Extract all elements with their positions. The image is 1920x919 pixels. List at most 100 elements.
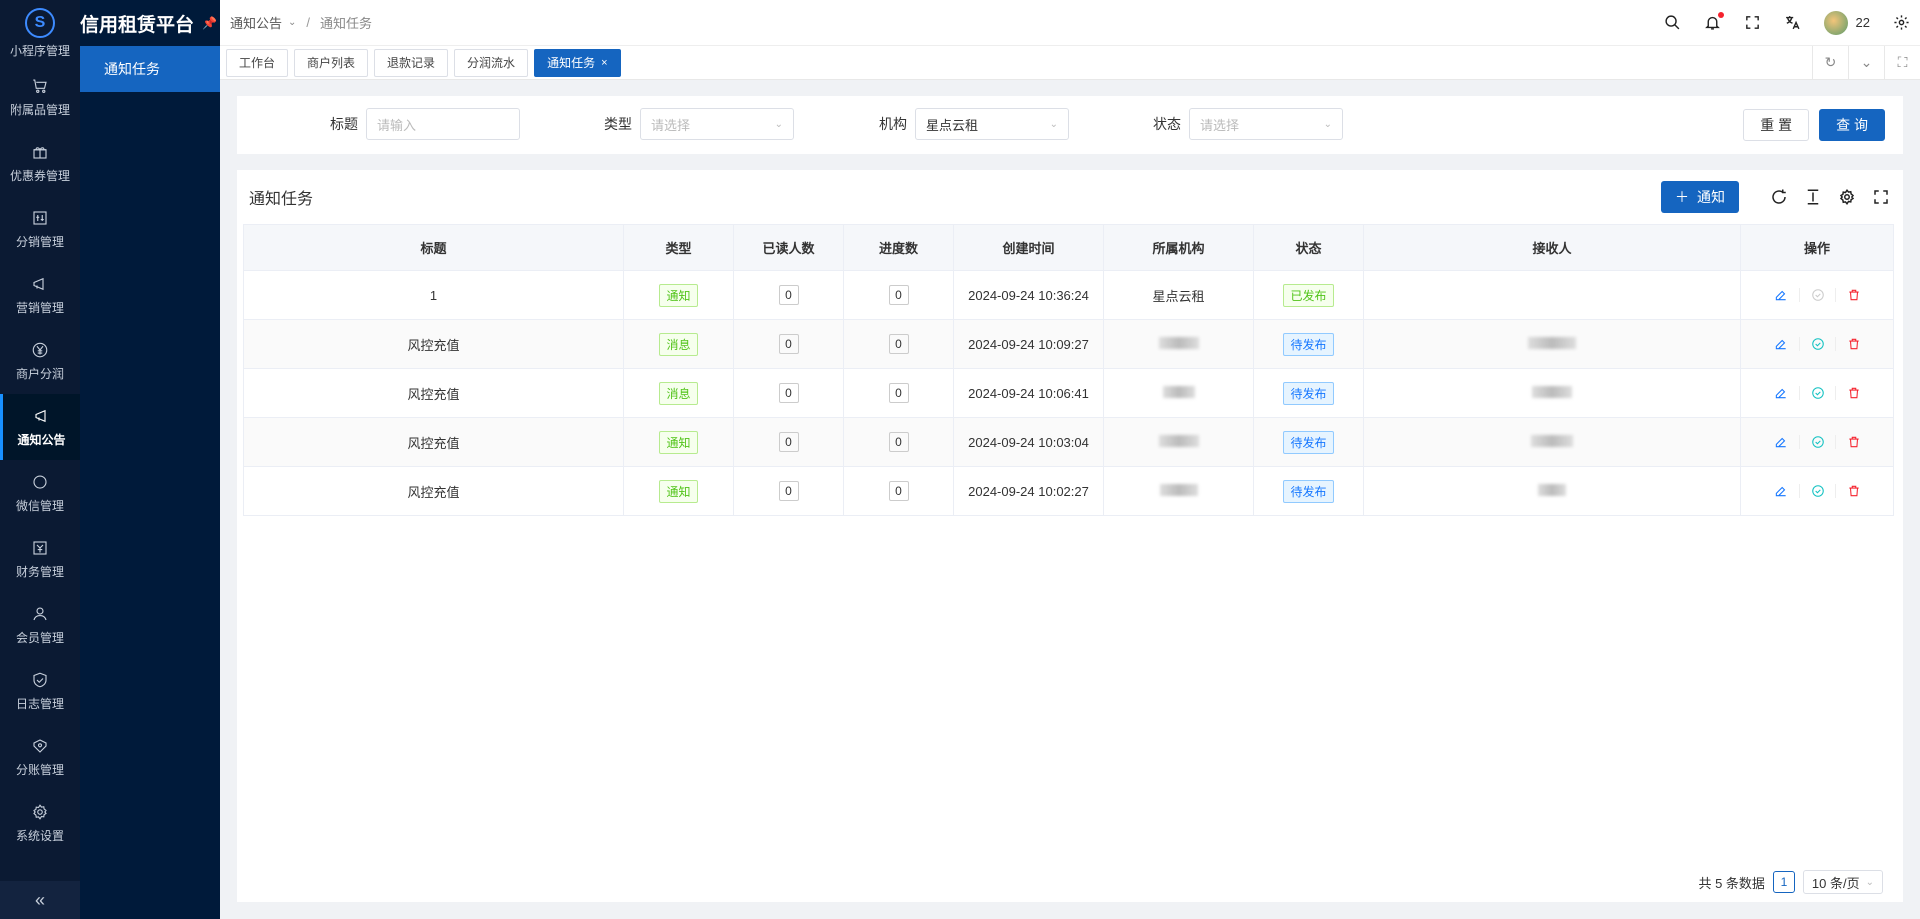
rail-item-shield[interactable]: 日志管理 [0,658,80,724]
gear-icon [31,803,49,821]
collapse-sidebar-button[interactable]: « [0,881,80,919]
rail-item-gear[interactable]: 系统设置 [0,790,80,856]
type-tag: 消息 [659,332,698,356]
type-tag: 通知 [659,283,698,307]
table-header-row: 标题 类型 已读人数 进度数 创建时间 所属机构 状态 接收人 操作 [243,224,1894,271]
title-filter: 标题 请输入 [330,108,520,140]
finance-icon [31,539,49,557]
distribution-icon [31,209,49,227]
org-select[interactable]: 星点云租 ⌄ [915,108,1069,140]
tab-2[interactable]: 退款记录 [374,48,449,77]
tab-0[interactable]: 工作台 [226,48,289,77]
user-menu[interactable]: 22 [1823,10,1870,35]
pagination: 共 5 条数据 1 10 条/页 ⌄ [1698,870,1883,894]
rail-item-gift[interactable]: 优惠券管理 [0,130,80,196]
org-filter-label: 机构 [879,116,907,132]
publish-check-icon[interactable] [1799,386,1835,400]
created-time: 2024-09-24 10:06:41 [968,385,1089,401]
rail-item-member[interactable]: 会员管理 [0,592,80,658]
notice-icon [33,407,51,425]
column-header: 操作 [1740,224,1894,271]
delete-icon[interactable] [1835,484,1871,498]
type-cell: 消息 [623,368,734,418]
publish-check-icon[interactable] [1799,337,1835,351]
refresh-icon[interactable] [1769,187,1789,207]
rail-item-yen[interactable]: 商户分润 [0,328,80,394]
org-cell [1103,466,1254,516]
rail-item-split[interactable]: 分账管理 [0,724,80,790]
title-cell: 1 [243,270,624,320]
delete-icon[interactable] [1835,386,1871,400]
rail-item-label: 会员管理 [15,630,64,645]
refresh-tab-icon[interactable]: ↻ [1812,45,1848,80]
notice-task-table: 标题 类型 已读人数 进度数 创建时间 所属机构 状态 接收人 操作 1 通知 0 0 2024-09-… [243,224,1894,516]
edit-icon[interactable] [1763,337,1799,351]
type-select[interactable]: 请选择 ⌄ [640,108,794,140]
chevron-down-icon: ⌄ [774,118,783,130]
bell-icon[interactable] [1704,11,1724,32]
edit-icon[interactable] [1763,435,1799,449]
rail-item-cart[interactable]: 附属品管理 [0,64,80,130]
rail-item-distribution[interactable]: 分销管理 [0,196,80,262]
submenu-item-notice-task[interactable]: 通知任务 [80,46,220,92]
gift-icon [31,143,49,161]
chevron-down-icon[interactable]: ⌄ [1848,45,1884,80]
status-badge: 待发布 [1283,381,1334,405]
page-size-select[interactable]: 10 条/页 ⌄ [1802,870,1883,894]
read-count-cell: 0 [733,417,844,467]
edit-icon[interactable] [1763,386,1799,400]
title-text: 风控充值 [407,386,460,402]
column-height-icon[interactable] [1803,187,1823,207]
blurred-org [1159,483,1198,496]
chevron-down-icon: ⌄ [1323,118,1332,130]
rail-item-miniprogram[interactable]: 小程序管理 [0,42,80,64]
fullscreen-icon[interactable] [1744,14,1762,32]
delete-icon[interactable] [1835,288,1871,302]
status-cell: 已发布 [1253,270,1364,320]
reset-button[interactable]: 重 置 [1743,109,1810,141]
gear-icon[interactable] [1892,14,1910,32]
delete-icon[interactable] [1835,435,1871,449]
breadcrumb-item-parent[interactable]: 通知公告 [230,13,282,32]
rail-item-wechat[interactable]: 微信管理 [0,460,80,526]
rail-item-finance[interactable]: 财务管理 [0,526,80,592]
plus-icon: ＋ [1675,189,1689,205]
tab-label: 退款记录 [387,56,436,70]
search-icon[interactable] [1664,14,1682,32]
breadcrumb-separator: / [306,15,311,30]
tab-4[interactable]: 通知任务 × [534,48,621,77]
edit-icon[interactable] [1763,484,1799,498]
tab-3[interactable]: 分润流水 [454,48,529,77]
fullscreen-icon[interactable] [1871,187,1891,207]
rail-item-notice[interactable]: 通知公告 [0,394,80,460]
rail-item-megaphone[interactable]: 营销管理 [0,262,80,328]
publish-check-icon[interactable] [1799,435,1835,449]
column-header: 进度数 [843,224,954,271]
pin-icon[interactable]: 📌 [202,16,217,30]
status-badge: 已发布 [1283,283,1334,307]
publish-check-icon[interactable] [1799,288,1835,302]
add-notice-button[interactable]: ＋ 通知 [1661,181,1739,213]
blurred-receiver [1532,385,1572,398]
progress-count: 0 [888,481,909,501]
maximize-icon[interactable]: ⛶ [1884,45,1920,80]
query-button[interactable]: 查 询 [1819,109,1885,141]
tab-1[interactable]: 商户列表 [294,48,369,77]
publish-check-icon[interactable] [1799,484,1835,498]
close-icon[interactable]: × [601,57,607,69]
status-select[interactable]: 请选择 ⌄ [1189,108,1343,140]
title-input[interactable]: 请输入 [366,108,520,140]
org-cell: 星点云租 [1103,270,1254,320]
page-1-button[interactable]: 1 [1772,871,1795,893]
rail-item-label: 分销管理 [15,234,64,249]
title-input-placeholder: 请输入 [377,117,417,133]
delete-icon[interactable] [1835,337,1871,351]
gear-icon[interactable] [1837,187,1857,207]
org-select-value: 星点云租 [926,117,979,133]
column-header: 类型 [623,224,734,271]
edit-icon[interactable] [1763,288,1799,302]
translate-icon[interactable] [1784,14,1802,32]
created-time: 2024-09-24 10:09:27 [968,336,1089,352]
double-chevron-left-icon: « [34,889,45,910]
column-header: 状态 [1253,224,1364,271]
